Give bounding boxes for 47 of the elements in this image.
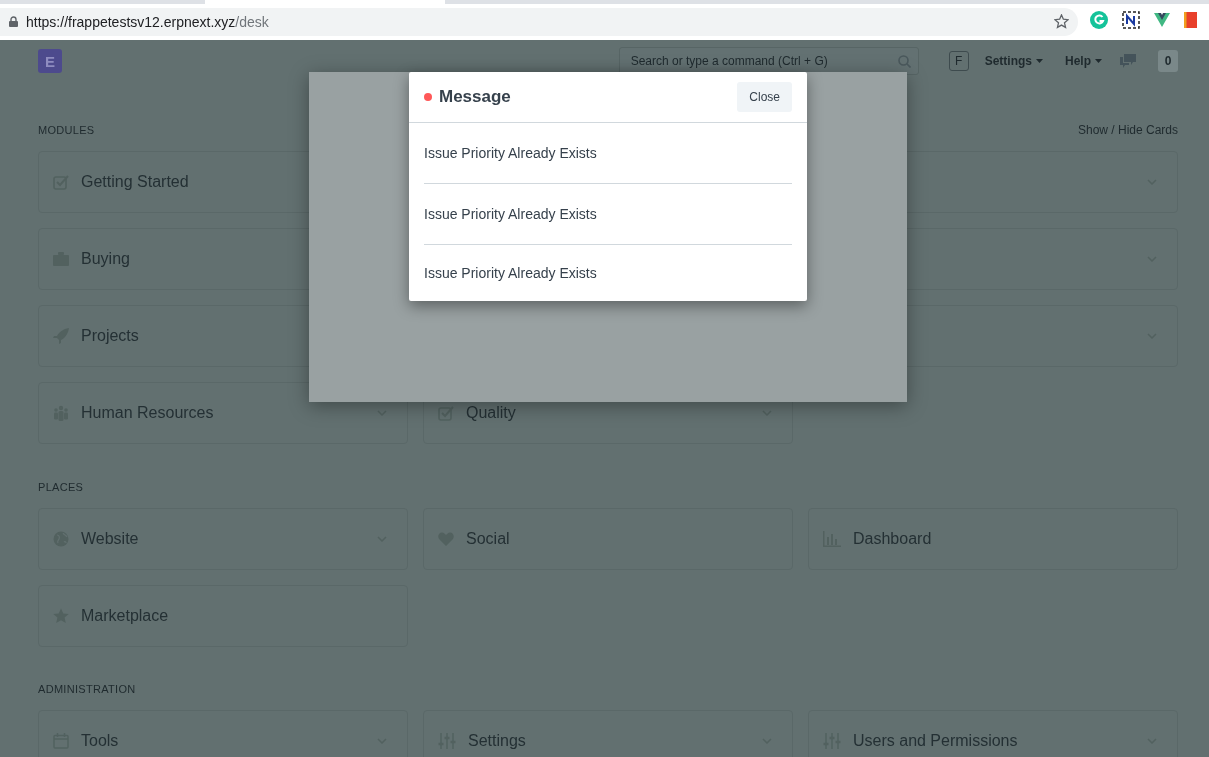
star-icon[interactable] — [1054, 14, 1069, 29]
card-label: Marketplace — [81, 607, 169, 625]
section-heading: PLACES — [38, 481, 84, 493]
message-text: Issue Priority Already Exists — [424, 123, 792, 184]
card-label: Users and Permissions — [853, 732, 1018, 750]
card-label: Dashboard — [853, 530, 932, 548]
card-label: Getting Started — [81, 173, 189, 191]
module-card[interactable]: Settings — [423, 710, 793, 757]
search-field[interactable]: Search or type a command (Ctrl + G) — [618, 47, 919, 75]
status-dot — [424, 93, 432, 101]
url-text: https://frappetestsv12.erpnext.xyz/desk — [26, 13, 269, 30]
lock-icon — [9, 16, 18, 27]
close-button[interactable]: Close — [737, 82, 792, 112]
card-label: Buying — [81, 250, 130, 268]
dialog-title: Message — [439, 87, 511, 107]
section-heading: MODULES — [38, 124, 95, 136]
search-icon — [897, 55, 911, 68]
user-avatar[interactable]: F — [948, 51, 969, 71]
card-label: Settings — [468, 732, 526, 750]
card-label: Tools — [81, 732, 119, 750]
card-label: Projects — [81, 327, 139, 345]
checkbox-icon — [438, 405, 454, 421]
caret-icon — [1036, 59, 1043, 63]
book-icon[interactable] — [1184, 12, 1197, 28]
module-card[interactable]: Social — [423, 508, 793, 570]
card-label: Social — [466, 530, 510, 548]
card-label: Quality — [466, 404, 516, 422]
caret-icon — [1095, 59, 1102, 63]
notification-badge[interactable]: 0 — [1158, 50, 1178, 72]
module-card[interactable]: Dashboard — [808, 508, 1178, 570]
chat-icon[interactable] — [1120, 54, 1136, 68]
module-card[interactable]: Tools — [38, 710, 408, 757]
section-heading: ADMINISTRATION — [38, 683, 136, 695]
address-bar[interactable]: https://frappetestsv12.erpnext.xyz/desk — [0, 7, 1078, 36]
extension-icon[interactable] — [1154, 13, 1170, 27]
message-text: Issue Priority Already Exists — [424, 184, 792, 245]
module-card[interactable]: Marketplace — [38, 585, 408, 647]
module-card[interactable]: Users and Permissions — [808, 710, 1178, 757]
app-logo[interactable]: E — [38, 49, 62, 73]
module-card[interactable]: Website — [38, 508, 408, 570]
nav-menu[interactable]: Help — [1059, 54, 1108, 68]
message-text: Issue Priority Already Exists — [424, 264, 598, 283]
card-label: Website — [81, 530, 139, 548]
show-hide-link[interactable]: Show / Hide Cards — [1077, 123, 1178, 137]
card-label: Human Resources — [81, 404, 214, 422]
nav-menu[interactable]: Settings — [978, 54, 1049, 68]
extension-icon[interactable] — [1122, 11, 1140, 29]
